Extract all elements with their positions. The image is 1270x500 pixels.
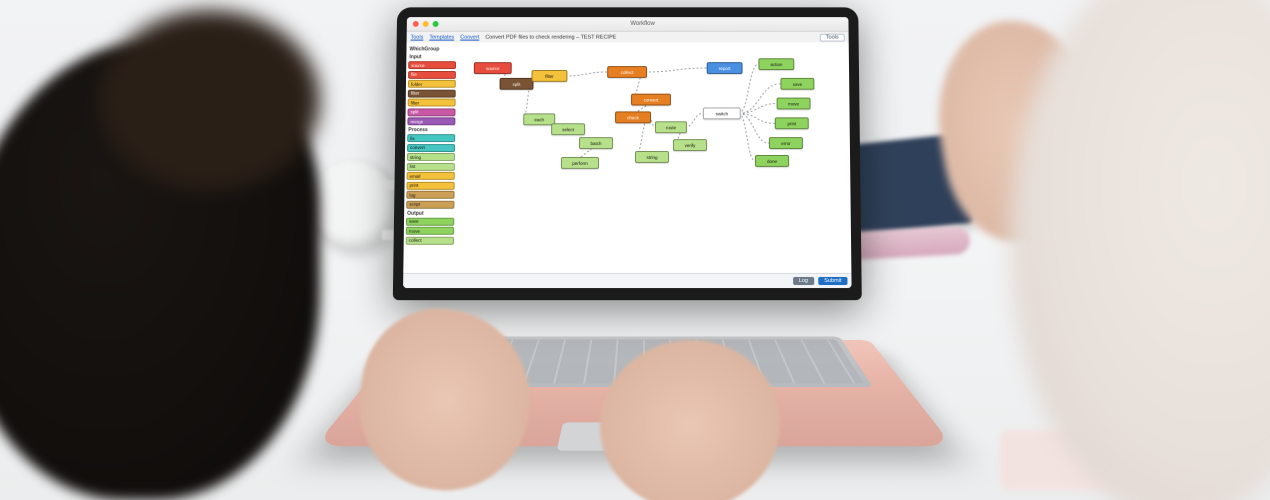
- sidebar-group-head: Output: [407, 210, 454, 216]
- flow-node[interactable]: done: [755, 155, 789, 167]
- laptop-bezel: Workflow Tools Templates Convert Convert…: [393, 7, 862, 300]
- flow-node[interactable]: report: [707, 62, 743, 74]
- palette-item[interactable]: fix: [407, 134, 455, 142]
- traffic-light-max-icon[interactable]: [433, 21, 439, 27]
- palette-item[interactable]: convert: [407, 144, 455, 152]
- person-left-blur: [0, 40, 320, 500]
- sidebar-group-head: Input: [409, 54, 456, 60]
- titlebar[interactable]: Workflow: [407, 17, 849, 32]
- app-window: Workflow Tools Templates Convert Convert…: [403, 17, 852, 288]
- workspace: WhichGroup Inputsourcefilefolderfilterfi…: [403, 43, 851, 274]
- sidebar-palette: WhichGroup Inputsourcefilefolderfilterfi…: [406, 45, 457, 246]
- palette-item[interactable]: folder: [408, 80, 456, 88]
- palette-item[interactable]: filter: [408, 89, 456, 97]
- flow-node[interactable]: perform: [561, 157, 599, 169]
- flow-node[interactable]: split: [500, 78, 534, 90]
- palette-item[interactable]: log: [406, 191, 454, 199]
- palette-item[interactable]: filter: [408, 99, 456, 107]
- sidebar-group-head: Process: [408, 127, 455, 133]
- toolbar-tools-button[interactable]: Tools: [820, 34, 845, 42]
- mug: [310, 160, 400, 250]
- flow-node[interactable]: convert: [631, 94, 671, 106]
- flow-node[interactable]: move: [777, 98, 811, 110]
- palette-item[interactable]: file: [408, 71, 456, 79]
- palette-item[interactable]: string: [407, 153, 455, 161]
- flow-node[interactable]: filter: [531, 70, 567, 82]
- breadcrumb-1[interactable]: Tools: [411, 35, 424, 41]
- palette-item[interactable]: save: [406, 217, 454, 225]
- flow-node[interactable]: route: [655, 121, 687, 133]
- flow-node[interactable]: check: [615, 111, 651, 123]
- palette-item[interactable]: split: [408, 108, 456, 116]
- flow-canvas[interactable]: sourcesplitfiltereachselectbatchcollectp…: [458, 45, 850, 272]
- flow-node[interactable]: action: [758, 58, 794, 70]
- flow-node[interactable]: collect: [607, 66, 647, 78]
- palette-item[interactable]: list: [407, 162, 455, 170]
- flow-node[interactable]: error: [769, 137, 803, 149]
- palette-item[interactable]: move: [406, 227, 454, 235]
- footer-submit-button[interactable]: Submit: [818, 277, 847, 285]
- flow-node[interactable]: verify: [673, 139, 707, 151]
- flow-node[interactable]: source: [474, 62, 512, 74]
- palette-item[interactable]: script: [406, 200, 454, 208]
- window-title: Workflow: [443, 21, 843, 27]
- flow-node[interactable]: print: [775, 117, 809, 129]
- palette-item[interactable]: print: [406, 181, 454, 189]
- breadcrumb-tail: Convert PDF files to check rendering – T…: [485, 35, 616, 41]
- palette-item[interactable]: email: [407, 172, 455, 180]
- flow-node[interactable]: select: [551, 123, 585, 135]
- footer-log-button[interactable]: Log: [793, 277, 814, 285]
- palette-item[interactable]: merge: [407, 117, 455, 125]
- traffic-light-min-icon[interactable]: [423, 21, 429, 27]
- footer-bar: Log Submit: [403, 273, 852, 288]
- flow-node[interactable]: save: [780, 78, 814, 90]
- flow-node[interactable]: batch: [579, 137, 613, 149]
- flow-node[interactable]: switch: [703, 107, 741, 119]
- breadcrumb-3[interactable]: Convert: [460, 35, 479, 41]
- breadcrumb-2[interactable]: Templates: [429, 35, 454, 41]
- palette-item[interactable]: source: [408, 61, 456, 69]
- flow-node[interactable]: string: [635, 151, 669, 163]
- traffic-light-close-icon[interactable]: [413, 21, 419, 27]
- palette-item[interactable]: collect: [406, 236, 454, 244]
- photo-scene: Workflow Tools Templates Convert Convert…: [0, 0, 1270, 500]
- sidebar-title: WhichGroup: [409, 46, 456, 52]
